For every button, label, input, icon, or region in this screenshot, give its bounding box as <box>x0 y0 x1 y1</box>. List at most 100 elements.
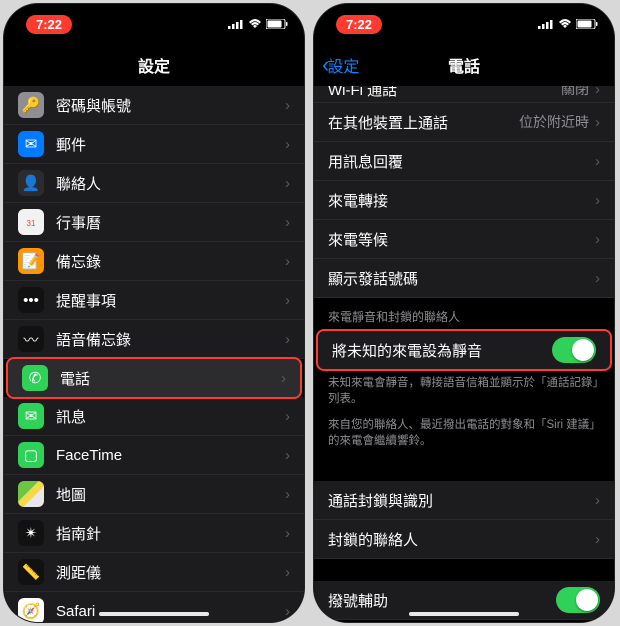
phone-right: 7:22 ‹ 設定 電話 Wi-Fi 通話關閉›在其他裝置上通話位於附近時›用訊… <box>314 4 614 622</box>
chevron-right-icon: › <box>285 214 290 231</box>
section-footer: 撥號時，撥號輔助會自動決定正確的國際或區域冠碼。 <box>314 620 614 622</box>
chevron-right-icon: › <box>285 486 290 503</box>
row-label: 來電等候 <box>328 229 595 250</box>
page-title: 設定 <box>138 53 170 77</box>
back-button[interactable]: ‹ 設定 <box>322 53 359 77</box>
phone-icon: ✆ <box>22 365 48 391</box>
settings-row-callerid[interactable]: 顯示發話號碼› <box>314 259 614 298</box>
settings-row-contacts[interactable]: 👤聯絡人› <box>4 164 304 203</box>
home-indicator[interactable] <box>409 612 519 616</box>
toggle-silence[interactable] <box>552 337 596 363</box>
notch <box>84 4 224 28</box>
contacts-icon: 👤 <box>18 170 44 196</box>
chevron-right-icon: › <box>595 492 600 509</box>
back-label: 設定 <box>327 53 359 77</box>
settings-row-messages[interactable]: ✉ 訊息› <box>4 397 304 436</box>
passwords-icon: 🔑 <box>18 92 44 118</box>
home-indicator[interactable] <box>99 612 209 616</box>
settings-row-forward[interactable]: 來電轉接› <box>314 181 614 220</box>
toggle-knob <box>576 589 598 611</box>
row-label: 地圖 <box>56 484 285 505</box>
section-header: 來電靜音和封鎖的聯絡人 <box>314 298 614 331</box>
chevron-right-icon: › <box>285 253 290 270</box>
settings-row-reminders[interactable]: •••提醒事項› <box>4 281 304 320</box>
settings-row-wificall[interactable]: Wi-Fi 通話關閉 › <box>314 86 614 103</box>
mail-icon: ✉ <box>18 131 44 157</box>
settings-row-notes[interactable]: 📝 備忘錄› <box>4 242 304 281</box>
compass-icon: ✴ <box>18 520 44 546</box>
status-time[interactable]: 7:22 <box>26 15 72 34</box>
settings-list[interactable]: 🔑密碼與帳號›✉郵件›👤聯絡人›31行事曆›📝備忘錄›•••提醒事項›〰語音備忘… <box>4 86 304 622</box>
measure-icon: 📏 <box>18 559 44 585</box>
settings-row-waiting[interactable]: 來電等候› <box>314 220 614 259</box>
row-label: 聯絡人 <box>56 173 285 194</box>
header: 設定 <box>4 44 304 86</box>
row-label: Safari <box>56 603 285 620</box>
messages-icon: ✉ <box>18 403 44 429</box>
chevron-right-icon: › <box>595 86 600 98</box>
row-value: 位於附近時 <box>519 112 589 132</box>
settings-row-safari[interactable]: 🧭 Safari› <box>4 592 304 622</box>
header: ‹ 設定 電話 <box>314 44 614 86</box>
row-label: 在其他裝置上通話 <box>328 112 519 133</box>
section-footer-2: 來自您的聯絡人、最近撥出電話的對象和「Siri 建議」的來電會繼續響鈴。 <box>314 417 614 459</box>
settings-row-txtreply[interactable]: 用訊息回覆› <box>314 142 614 181</box>
row-label: 撥號輔助 <box>328 590 556 611</box>
wifi-icon <box>248 17 262 32</box>
settings-row-blocked[interactable]: 封鎖的聯絡人› <box>314 520 614 559</box>
chevron-right-icon: › <box>285 408 290 425</box>
status-icons <box>228 17 288 32</box>
notes-icon: 📝 <box>18 248 44 274</box>
chevron-right-icon: › <box>595 270 600 287</box>
settings-row-voicememo[interactable]: 〰語音備忘錄› <box>4 320 304 359</box>
settings-row-compass[interactable]: ✴指南針› <box>4 514 304 553</box>
chevron-right-icon: › <box>285 331 290 348</box>
voicememo-icon: 〰 <box>18 326 44 352</box>
toggle-knob <box>572 339 594 361</box>
chevron-right-icon: › <box>285 525 290 542</box>
safari-icon: 🧭 <box>18 598 44 622</box>
chevron-right-icon: › <box>285 447 290 464</box>
row-label: 提醒事項 <box>56 290 285 311</box>
chevron-right-icon: › <box>285 564 290 581</box>
signal-icon <box>228 17 244 32</box>
row-label: 語音備忘錄 <box>56 329 285 350</box>
battery-icon <box>266 17 288 32</box>
row-label: 顯示發話號碼 <box>328 268 595 289</box>
settings-row-mail[interactable]: ✉郵件› <box>4 125 304 164</box>
settings-row-silence[interactable]: 將未知的來電設為靜音 <box>316 329 612 371</box>
signal-icon <box>538 17 554 32</box>
row-label: 封鎖的聯絡人 <box>328 529 595 550</box>
phone-left: 7:22 設定 🔑密碼與帳號›✉郵件›👤聯絡人›31行事曆›📝備忘錄›•••提醒… <box>4 4 304 622</box>
status-time[interactable]: 7:22 <box>336 15 382 34</box>
settings-row-otherdev[interactable]: 在其他裝置上通話位於附近時 › <box>314 103 614 142</box>
toggle-dialassist[interactable] <box>556 587 600 613</box>
row-value: 關閉 <box>561 86 589 99</box>
settings-row-calendar[interactable]: 31 行事曆› <box>4 203 304 242</box>
battery-icon <box>576 17 598 32</box>
notch <box>394 4 534 28</box>
chevron-right-icon: › <box>285 603 290 620</box>
row-label: 訊息 <box>56 406 285 427</box>
row-label: 備忘錄 <box>56 251 285 272</box>
chevron-right-icon: › <box>595 153 600 170</box>
row-label: 郵件 <box>56 134 285 155</box>
chevron-right-icon: › <box>285 292 290 309</box>
chevron-right-icon: › <box>595 114 600 131</box>
section-footer: 未知來電會靜音，轉接語音信箱並顯示於「通話記錄」列表。 <box>314 369 614 417</box>
settings-row-blockid[interactable]: 通話封鎖與識別› <box>314 481 614 520</box>
chevron-right-icon: › <box>595 192 600 209</box>
calendar-icon: 31 <box>18 209 44 235</box>
section-gap <box>314 459 614 481</box>
settings-row-measure[interactable]: 📏測距儀› <box>4 553 304 592</box>
settings-row-passwords[interactable]: 🔑密碼與帳號› <box>4 86 304 125</box>
settings-row-facetime[interactable]: ▢FaceTime› <box>4 436 304 475</box>
chevron-right-icon: › <box>595 531 600 548</box>
settings-row-maps[interactable]: 地圖› <box>4 475 304 514</box>
row-label: FaceTime <box>56 447 285 464</box>
row-label: Wi-Fi 通話 <box>328 86 561 100</box>
phone-settings-list[interactable]: Wi-Fi 通話關閉›在其他裝置上通話位於附近時›用訊息回覆›來電轉接›來電等候… <box>314 86 614 622</box>
row-label: 通話封鎖與識別 <box>328 490 595 511</box>
row-label: 行事曆 <box>56 212 285 233</box>
settings-row-phone[interactable]: ✆電話› <box>6 357 302 399</box>
